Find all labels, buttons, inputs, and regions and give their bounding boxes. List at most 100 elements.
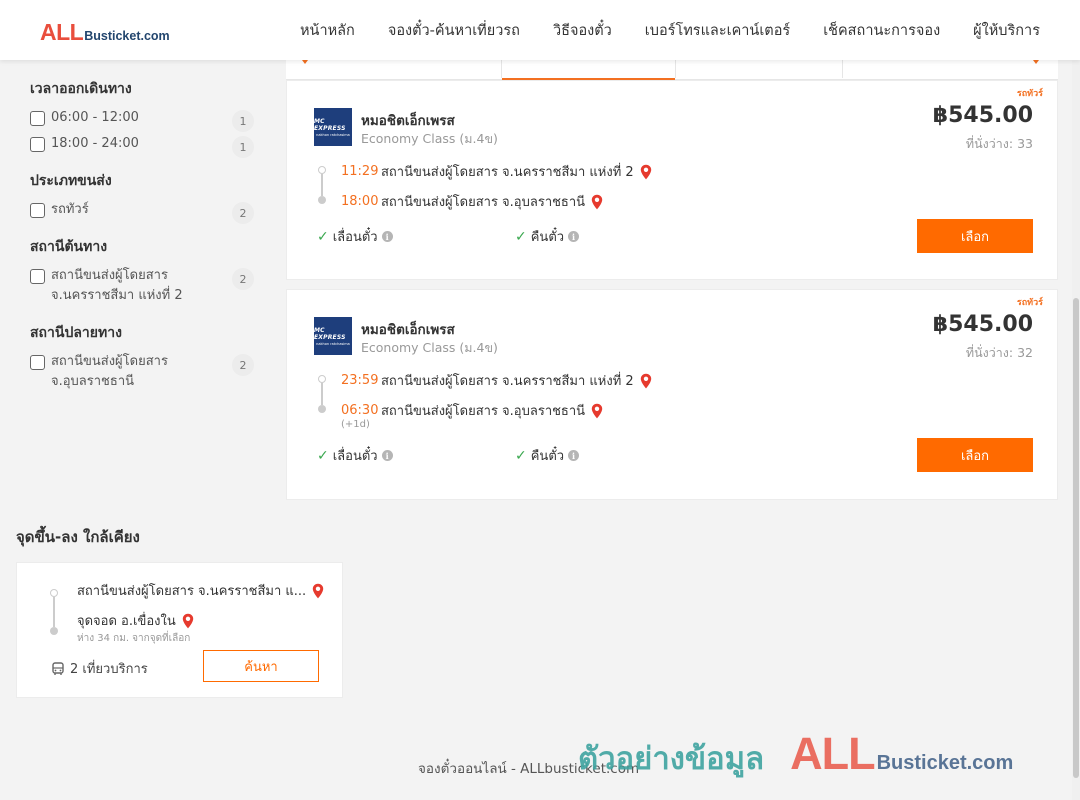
- sample-data-watermark: ตัวอย่างข้อมูล ALL Busticket.com: [578, 728, 1013, 783]
- nav-home[interactable]: หน้าหลัก: [300, 19, 355, 42]
- filter-option[interactable]: รถทัวร์ 2: [30, 202, 260, 224]
- info-icon[interactable]: i: [381, 450, 393, 461]
- nav-phone-counters[interactable]: เบอร์โทรและเคาน์เตอร์: [645, 19, 790, 42]
- filter-option-label: 06:00 - 12:00: [51, 110, 139, 125]
- route-timeline: [50, 589, 58, 635]
- transport-type-badge: รถทัวร์: [1016, 89, 1043, 99]
- trip-price: ฿545.00: [932, 312, 1033, 337]
- feature-label: คืนตั๋ว: [530, 449, 565, 464]
- route-line: [321, 383, 323, 405]
- watermark-busticket-text: Busticket.com: [876, 752, 1014, 774]
- filter-option[interactable]: สถานีขนส่งผู้โดยสาร จ.อุบลราชธานี 2: [30, 354, 260, 392]
- destination-dot: [50, 627, 58, 635]
- nearby-stop-card: สถานีขนส่งผู้โดยสาร จ.นครราชสีมา แ... จุ…: [16, 562, 343, 698]
- nav-how-to-book[interactable]: วิธีจองตั๋ว: [553, 19, 612, 42]
- filter-option-label: สถานีขนส่งผู้โดยสาร จ.อุบลราชธานี: [51, 354, 168, 389]
- nearby-from-station: สถานีขนส่งผู้โดยสาร จ.นครราชสีมา แ...: [77, 584, 307, 599]
- nav-check-booking[interactable]: เช็คสถานะการจอง: [823, 19, 940, 42]
- checkbox[interactable]: [30, 137, 45, 152]
- top-header: ALL Busticket.com หน้าหลัก จองตั๋ว-ค้นหา…: [0, 0, 1080, 60]
- check-icon: ✓: [317, 447, 329, 464]
- filter-option[interactable]: สถานีขนส่งผู้โดยสาร จ.นครราชสีมา แห่งที่…: [30, 268, 260, 306]
- filter-departure-time: เวลาออกเดินทาง 06:00 - 12:00 1 18:00 - 2…: [30, 78, 260, 158]
- filter-count-badge: 2: [232, 354, 254, 376]
- check-icon: ✓: [515, 447, 527, 464]
- checkbox[interactable]: [30, 203, 45, 218]
- checkbox[interactable]: [30, 269, 45, 284]
- arrival-stop: 18:00 สถานีขนส่งผู้โดยสาร จ.อุบลราชธานี: [341, 191, 603, 212]
- footer-text: จองตั๋วออนไลน์ - ALLbusticket.com: [418, 761, 640, 777]
- filter-option-label: 18:00 - 24:00: [51, 136, 139, 151]
- site-logo[interactable]: ALL Busticket.com: [40, 19, 170, 46]
- map-pin-icon[interactable]: [182, 613, 194, 629]
- filter-option[interactable]: 18:00 - 24:00 1: [30, 136, 260, 158]
- filter-title: สถานีต้นทาง: [30, 239, 108, 255]
- feature-change-ticket: ✓ เลื่อนตั๋ว i: [317, 445, 393, 466]
- origin-dot: [318, 166, 326, 174]
- bus-class: Economy Class (ม.4ข): [361, 131, 498, 146]
- map-pin-icon[interactable]: [591, 194, 603, 210]
- nav-operators[interactable]: ผู้ให้บริการ: [973, 19, 1040, 42]
- checkbox[interactable]: [30, 111, 45, 126]
- map-pin-icon[interactable]: [640, 164, 652, 180]
- nav-book-search[interactable]: จองตั๋ว-ค้นหาเที่ยวรถ: [388, 19, 520, 42]
- feature-label: เลื่อนตั๋ว: [332, 230, 378, 245]
- info-icon[interactable]: i: [568, 450, 580, 461]
- filter-origin-station: สถานีต้นทาง สถานีขนส่งผู้โดยสาร จ.นครราช…: [30, 236, 260, 306]
- info-icon[interactable]: i: [381, 231, 393, 242]
- origin-dot: [318, 375, 326, 383]
- next-day-note: (+1d): [341, 419, 370, 430]
- sort-arrow-icon: [1033, 60, 1039, 64]
- feature-change-ticket: ✓ เลื่อนตั๋ว i: [317, 226, 393, 247]
- nearby-search-button[interactable]: ค้นหา: [203, 650, 319, 682]
- checkbox[interactable]: [30, 355, 45, 370]
- map-pin-icon[interactable]: [312, 583, 324, 599]
- info-icon[interactable]: i: [568, 231, 580, 242]
- seats-available: ที่นั่งว่าง: 33: [965, 136, 1033, 151]
- watermark-all-text: ALL: [790, 728, 875, 779]
- filter-option[interactable]: 06:00 - 12:00 1: [30, 110, 260, 132]
- departure-time: 23:59: [341, 373, 379, 388]
- route-timeline: [318, 161, 326, 204]
- feature-label: เลื่อนตั๋ว: [332, 449, 378, 464]
- sort-tab-strip: [286, 60, 1058, 80]
- bus-class: Economy Class (ม.4ข): [361, 340, 498, 355]
- transport-type-badge: รถทัวร์: [1016, 298, 1043, 308]
- origin-dot: [50, 589, 58, 597]
- operator-name: หมอชิตเอ็กเพรส: [361, 322, 455, 338]
- page-scrollbar-thumb[interactable]: [1073, 298, 1079, 778]
- filter-option-label: รถทัวร์: [51, 202, 89, 217]
- operator-logo-text: MC EXPRESS: [314, 117, 346, 132]
- operator-logo: MC EXPRESS nakhon ratchasima: [314, 317, 352, 355]
- nearby-trips-label: 2 เที่ยวบริการ: [70, 662, 148, 677]
- filter-title: สถานีปลายทาง: [30, 325, 122, 341]
- select-trip-button[interactable]: เลือก: [917, 438, 1033, 472]
- feature-label: คืนตั๋ว: [530, 230, 565, 245]
- departure-station: สถานีขนส่งผู้โดยสาร จ.นครราชสีมา แห่งที่…: [381, 165, 634, 180]
- departure-time: 11:29: [341, 164, 379, 179]
- select-trip-button[interactable]: เลือก: [917, 219, 1033, 253]
- operator-name: หมอชิตเอ็กเพรส: [361, 113, 455, 129]
- nearby-from-stop: สถานีขนส่งผู้โดยสาร จ.นครราชสีมา แ...: [77, 580, 324, 601]
- filter-count-badge: 2: [232, 202, 254, 224]
- route-line: [321, 174, 323, 196]
- sort-arrow-icon: [302, 60, 308, 64]
- destination-dot: [318, 405, 326, 413]
- main-nav: หน้าหลัก จองตั๋ว-ค้นหาเที่ยวรถ วิธีจองตั…: [300, 0, 1040, 60]
- nearby-to-stop: จุดจอด อ.เขื่องใน: [77, 610, 194, 631]
- filter-option-label: สถานีขนส่งผู้โดยสาร จ.นครราชสีมา แห่งที่…: [51, 268, 183, 303]
- logo-all-text: ALL: [40, 19, 84, 45]
- departure-stop: 23:59 สถานีขนส่งผู้โดยสาร จ.นครราชสีมา แ…: [341, 370, 652, 391]
- map-pin-icon[interactable]: [591, 403, 603, 419]
- map-pin-icon[interactable]: [640, 373, 652, 389]
- trip-card: รถทัวร์ MC EXPRESS nakhon ratchasima หมอ…: [286, 289, 1058, 500]
- arrival-stop: 06:30 สถานีขนส่งผู้โดยสาร จ.อุบลราชธานี: [341, 400, 603, 421]
- nearby-stops-title: จุดขึ้น-ลง ใกล้เคียง: [16, 528, 140, 546]
- filter-title: เวลาออกเดินทาง: [30, 81, 132, 97]
- feature-refund-ticket: ✓ คืนตั๋ว i: [515, 226, 580, 247]
- tab-divider: [842, 60, 843, 78]
- departure-stop: 11:29 สถานีขนส่งผู้โดยสาร จ.นครราชสีมา แ…: [341, 161, 652, 182]
- filter-count-badge: 1: [232, 136, 254, 158]
- arrival-time: 18:00: [341, 194, 379, 209]
- filter-count-badge: 2: [232, 268, 254, 290]
